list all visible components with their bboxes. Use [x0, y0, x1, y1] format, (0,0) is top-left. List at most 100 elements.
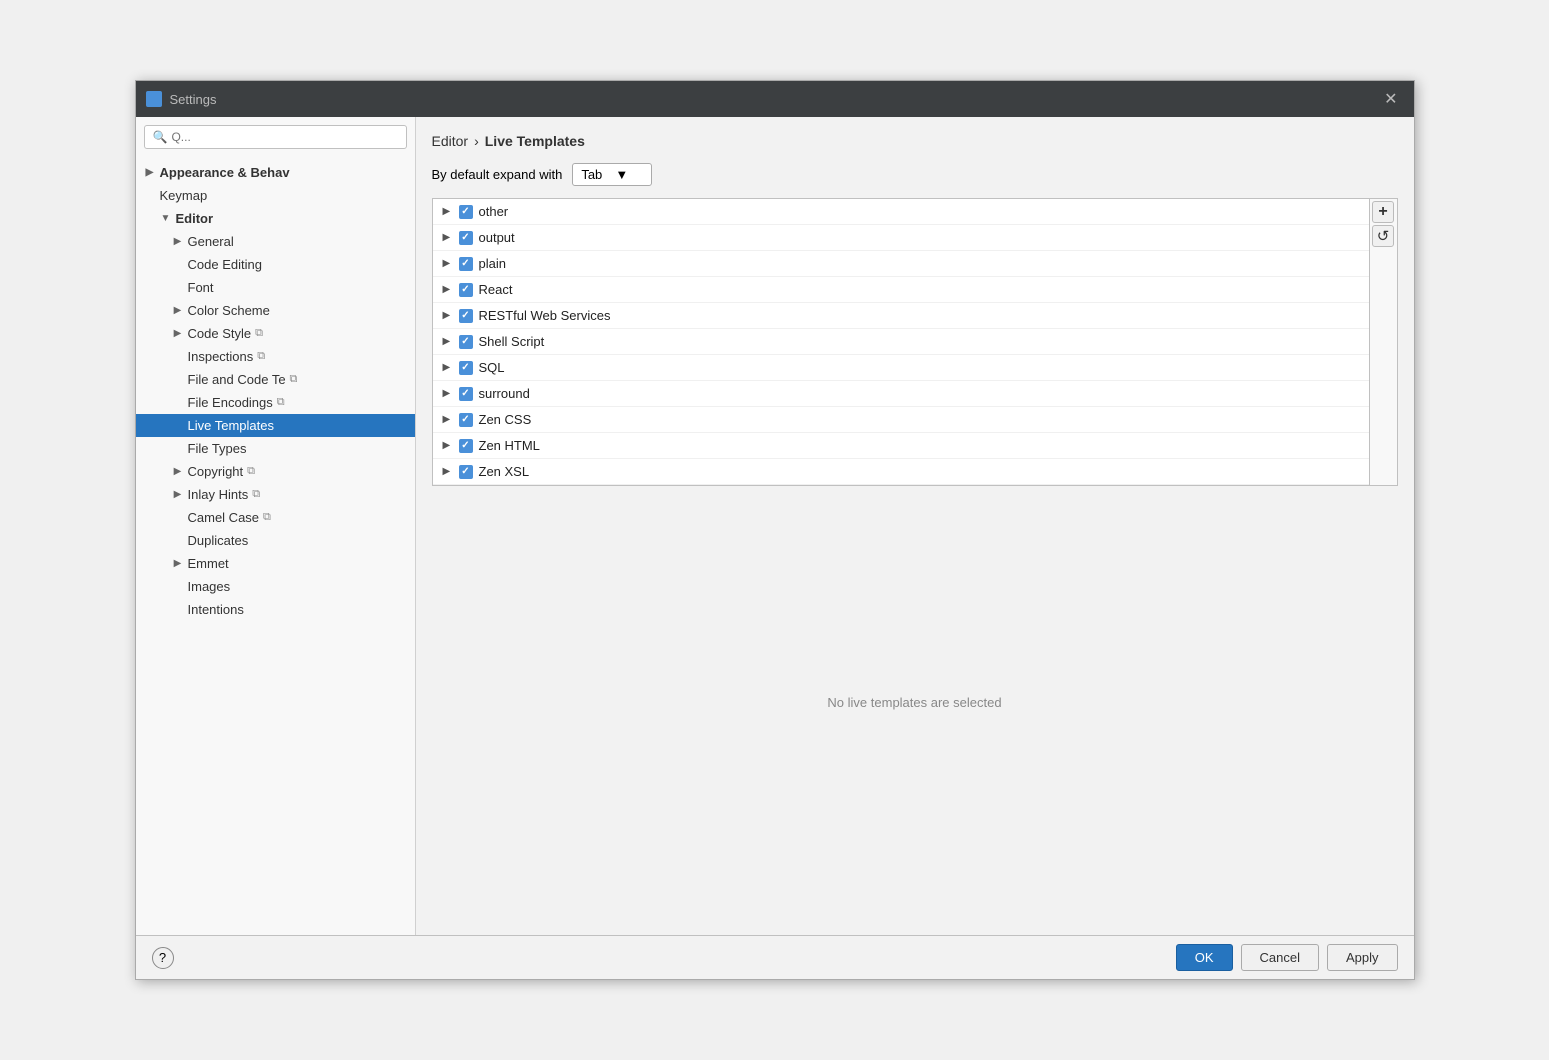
- sidebar-item-font[interactable]: ▶ Font: [136, 276, 415, 299]
- sidebar-item-label: Copyright: [188, 464, 244, 479]
- sidebar-item-file-types[interactable]: ▶ File Types: [136, 437, 415, 460]
- chevron-right-icon: ▶: [443, 440, 453, 451]
- chevron-right-icon: ▶: [443, 206, 453, 217]
- search-input[interactable]: [171, 130, 397, 144]
- copy-icon: ⧉: [290, 373, 298, 386]
- group-label: other: [479, 204, 509, 219]
- apply-button[interactable]: Apply: [1327, 944, 1398, 971]
- template-group-restful[interactable]: ▶ RESTful Web Services: [433, 303, 1369, 329]
- template-group-surround[interactable]: ▶ surround: [433, 381, 1369, 407]
- checkbox-sql[interactable]: [459, 361, 473, 375]
- sidebar-item-label: Keymap: [160, 188, 208, 203]
- checkbox-plain[interactable]: [459, 257, 473, 271]
- chevron-right-icon: ▶: [443, 284, 453, 295]
- sidebar-item-code-editing[interactable]: ▶ Code Editing: [136, 253, 415, 276]
- checkbox-zen-xsl[interactable]: [459, 465, 473, 479]
- undo-button[interactable]: ↺: [1372, 225, 1394, 247]
- sidebar-item-duplicates[interactable]: ▶ Duplicates: [136, 529, 415, 552]
- checkbox-restful[interactable]: [459, 309, 473, 323]
- ok-button[interactable]: OK: [1176, 944, 1233, 971]
- template-group-zen-html[interactable]: ▶ Zen HTML: [433, 433, 1369, 459]
- sidebar-item-inlay-hints[interactable]: ▶ Inlay Hints ⧉: [136, 483, 415, 506]
- copy-icon: ⧉: [252, 488, 260, 501]
- add-button[interactable]: +: [1372, 201, 1394, 223]
- sidebar-item-label: Appearance & Behav: [160, 165, 290, 180]
- checkbox-surround[interactable]: [459, 387, 473, 401]
- empty-state: No live templates are selected: [432, 486, 1398, 919]
- close-button[interactable]: ✕: [1378, 87, 1403, 111]
- copy-icon: ⧉: [257, 350, 265, 363]
- checkbox-zen-html[interactable]: [459, 439, 473, 453]
- sidebar-item-label: General: [188, 234, 234, 249]
- sidebar-item-general[interactable]: ▶ General: [136, 230, 415, 253]
- template-group-shell[interactable]: ▶ Shell Script: [433, 329, 1369, 355]
- sidebar-item-camel-case[interactable]: ▶ Camel Case ⧉: [136, 506, 415, 529]
- copy-icon: ⧉: [255, 327, 263, 340]
- breadcrumb-separator: ›: [474, 133, 479, 149]
- chevron-right-icon: ▶: [172, 236, 184, 248]
- chevron-right-icon: ▶: [443, 362, 453, 373]
- checkbox-zen-css[interactable]: [459, 413, 473, 427]
- template-group-plain[interactable]: ▶ plain: [433, 251, 1369, 277]
- sidebar-item-appearance[interactable]: ▶ Appearance & Behav: [136, 161, 415, 184]
- sidebar-item-emmet[interactable]: ▶ Emmet: [136, 552, 415, 575]
- app-icon: [146, 91, 162, 107]
- sidebar-item-copyright[interactable]: ▶ Copyright ⧉: [136, 460, 415, 483]
- sidebar-item-label: Code Editing: [188, 257, 262, 272]
- chevron-right-icon: ▶: [144, 167, 156, 179]
- breadcrumb-parent: Editor: [432, 133, 469, 149]
- search-box[interactable]: 🔍: [144, 125, 407, 149]
- checkbox-output[interactable]: [459, 231, 473, 245]
- checkbox-shell[interactable]: [459, 335, 473, 349]
- sidebar-item-file-and-code-te[interactable]: ▶ File and Code Te ⧉: [136, 368, 415, 391]
- sidebar-item-label: Images: [188, 579, 231, 594]
- sidebar-item-file-encodings[interactable]: ▶ File Encodings ⧉: [136, 391, 415, 414]
- breadcrumb-current: Live Templates: [485, 133, 585, 149]
- sidebar-item-color-scheme[interactable]: ▶ Color Scheme: [136, 299, 415, 322]
- checkbox-react[interactable]: [459, 283, 473, 297]
- templates-list: ▶ other ▶ output ▶ plain: [432, 198, 1370, 486]
- sidebar-item-images[interactable]: ▶ Images: [136, 575, 415, 598]
- group-label: surround: [479, 386, 530, 401]
- group-label: SQL: [479, 360, 505, 375]
- sidebar-item-label: Emmet: [188, 556, 229, 571]
- titlebar-left: Settings: [146, 91, 217, 107]
- template-group-other[interactable]: ▶ other: [433, 199, 1369, 225]
- template-group-zen-css[interactable]: ▶ Zen CSS: [433, 407, 1369, 433]
- cancel-button[interactable]: Cancel: [1241, 944, 1319, 971]
- chevron-right-icon: ▶: [443, 388, 453, 399]
- help-button[interactable]: ?: [152, 947, 174, 969]
- template-group-react[interactable]: ▶ React: [433, 277, 1369, 303]
- sidebar-item-label: Editor: [176, 211, 214, 226]
- expand-row: By default expand with Tab ▼: [432, 163, 1398, 186]
- chevron-down-icon: ▼: [160, 213, 172, 225]
- side-toolbar: + ↺ Add: [1370, 198, 1398, 486]
- sidebar-item-inspections[interactable]: ▶ Inspections ⧉: [136, 345, 415, 368]
- sidebar-item-label: Live Templates: [188, 418, 274, 433]
- chevron-right-icon: ▶: [443, 466, 453, 477]
- checkbox-other[interactable]: [459, 205, 473, 219]
- sidebar-item-live-templates[interactable]: ▶ Live Templates: [136, 414, 415, 437]
- group-label: Zen HTML: [479, 438, 540, 453]
- settings-dialog: Settings ✕ 🔍 ▶ Appearance & Behav Keymap: [135, 80, 1415, 980]
- template-group-zen-xsl[interactable]: ▶ Zen XSL: [433, 459, 1369, 485]
- copy-icon: ⧉: [263, 511, 271, 524]
- sidebar-item-code-style[interactable]: ▶ Code Style ⧉: [136, 322, 415, 345]
- breadcrumb: Editor › Live Templates: [432, 133, 1398, 149]
- copy-icon: ⧉: [247, 465, 255, 478]
- sidebar-item-intentions[interactable]: ▶ Intentions: [136, 598, 415, 621]
- group-label: React: [479, 282, 513, 297]
- sidebar-item-editor[interactable]: ▼ Editor: [136, 207, 415, 230]
- group-label: plain: [479, 256, 506, 271]
- dialog-title: Settings: [170, 92, 217, 107]
- sidebar-item-label: Code Style: [188, 326, 252, 341]
- group-label: RESTful Web Services: [479, 308, 611, 323]
- sidebar-item-label: Duplicates: [188, 533, 249, 548]
- sidebar-item-label: Font: [188, 280, 214, 295]
- chevron-right-icon: ▶: [172, 328, 184, 340]
- template-group-sql[interactable]: ▶ SQL: [433, 355, 1369, 381]
- sidebar-item-keymap[interactable]: Keymap: [136, 184, 415, 207]
- template-group-output[interactable]: ▶ output: [433, 225, 1369, 251]
- sidebar: 🔍 ▶ Appearance & Behav Keymap ▼ Editor: [136, 117, 416, 935]
- expand-dropdown[interactable]: Tab ▼: [572, 163, 652, 186]
